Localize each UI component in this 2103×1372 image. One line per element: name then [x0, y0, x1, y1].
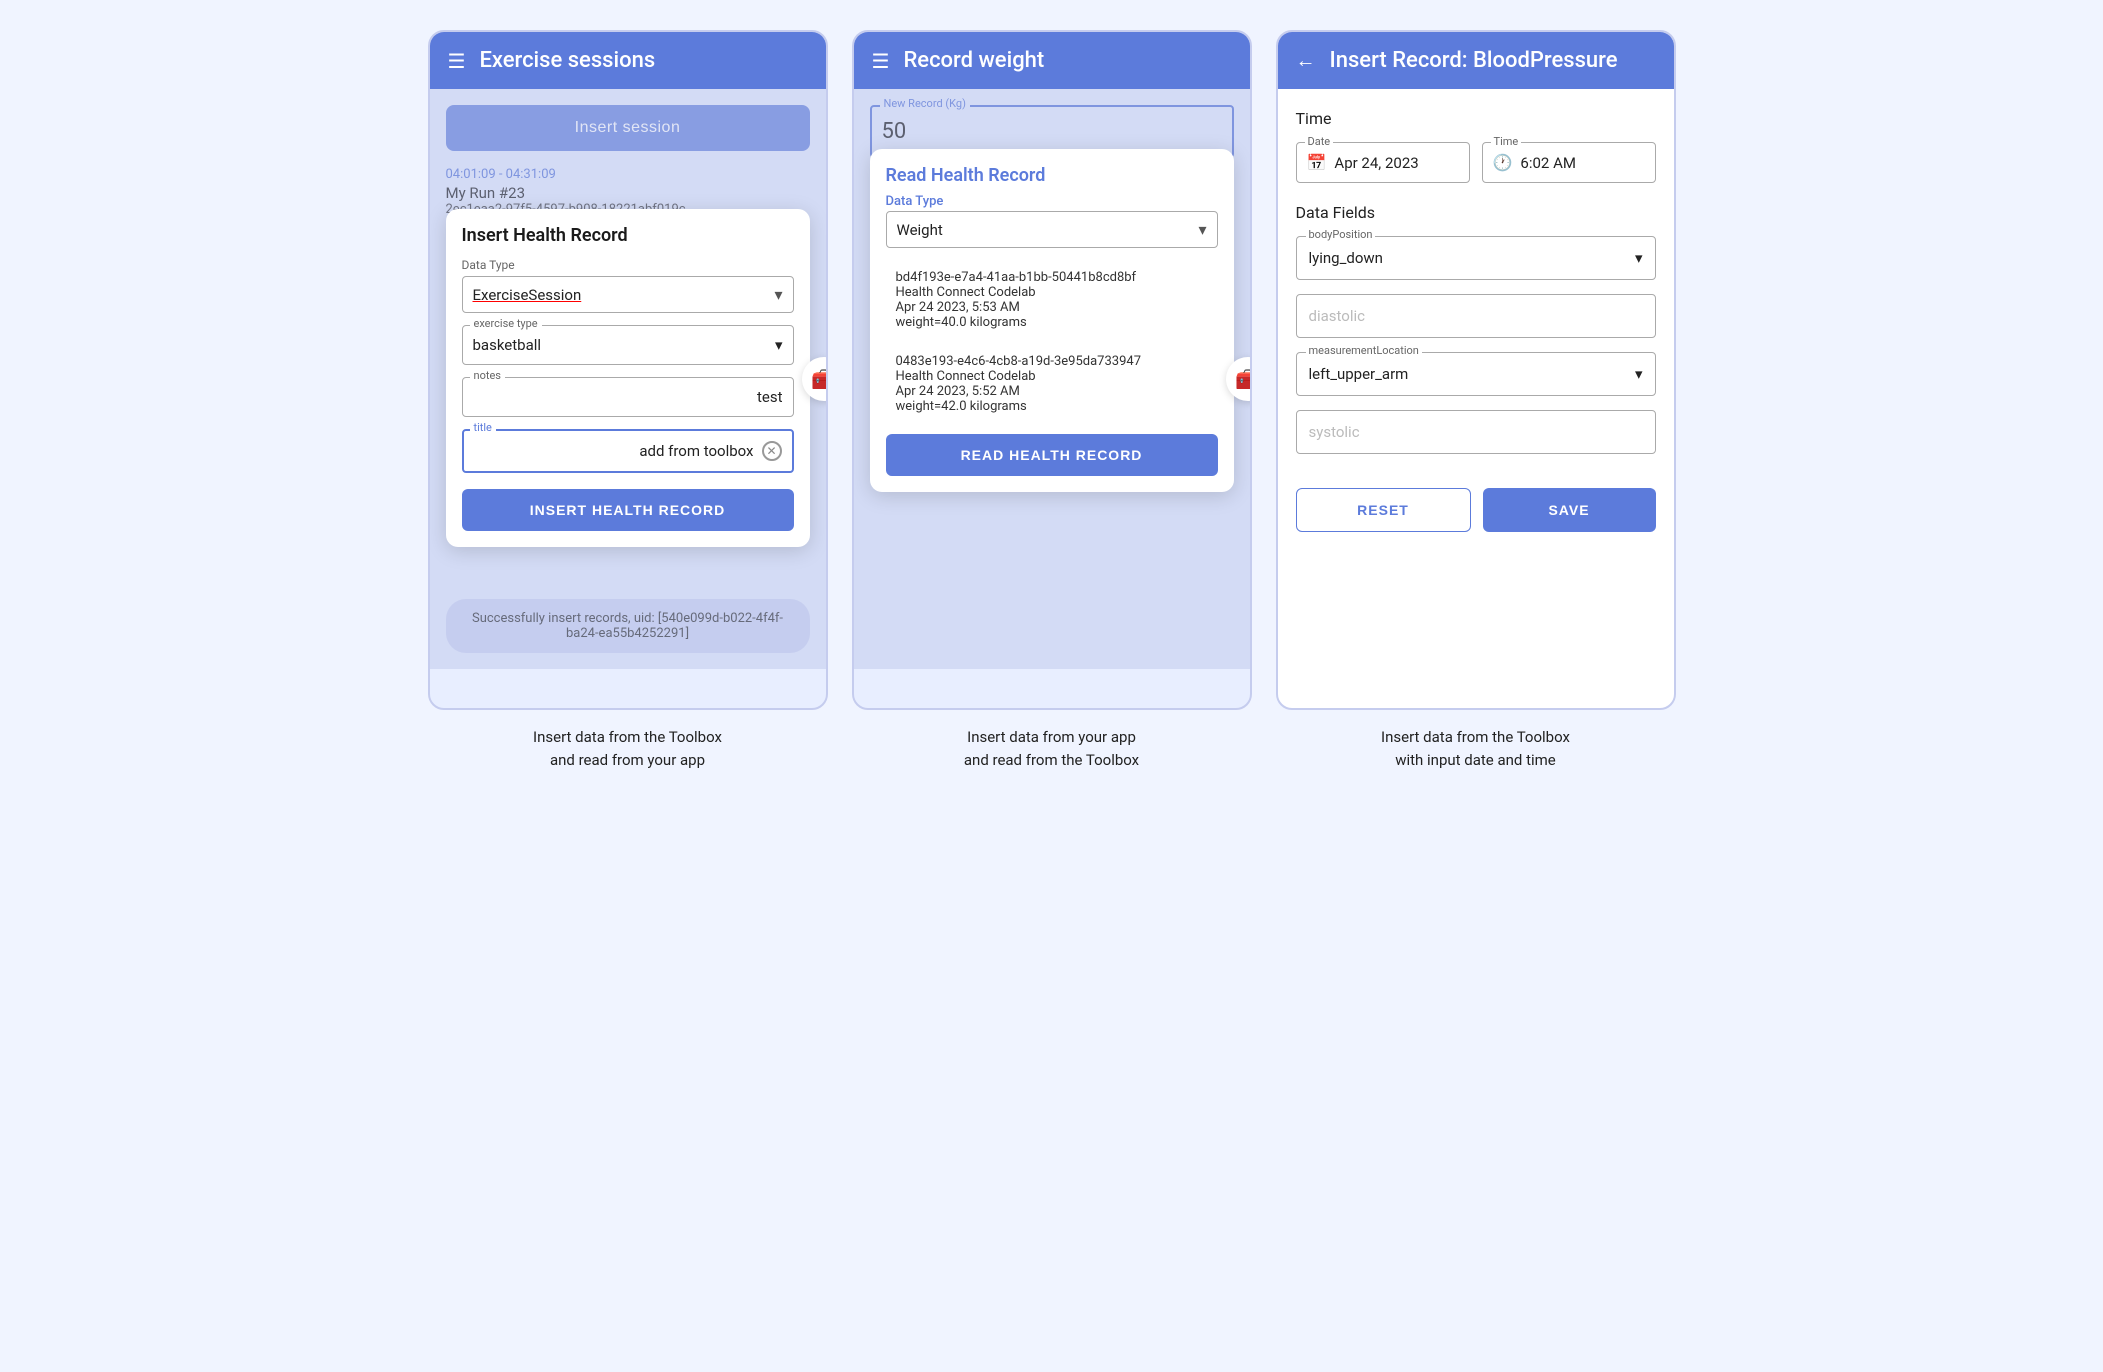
read-health-record-modal: Read Health Record Data Type Weight ▾ bd… [870, 149, 1234, 492]
caption-3: Insert data from the Toolboxwith input d… [1381, 726, 1570, 771]
measurement-location-value: left_upper_arm [1309, 365, 1409, 383]
measurement-location-arrow-icon: ▾ [1635, 365, 1643, 383]
save-button[interactable]: SAVE [1483, 488, 1656, 532]
title-value: add from toolbox [639, 442, 753, 460]
notes-value: test [757, 388, 783, 406]
bottom-buttons: RESET SAVE [1278, 488, 1674, 550]
modal-title: Insert Health Record [462, 225, 794, 246]
read-health-record-modal-overlay: Read Health Record Data Type Weight ▾ bd… [854, 89, 1250, 669]
screen2-header: ☰ Record weight [854, 32, 1250, 89]
measurement-location-label: measurementLocation [1306, 344, 1422, 357]
meas-value-2: weight=42.0 kilograms [896, 399, 1208, 414]
screen3-body: Time Date 📅 Apr 24, 2023 Time [1278, 89, 1674, 488]
screen1-title: Exercise sessions [479, 48, 655, 73]
title-label: title [470, 421, 496, 434]
insert-health-record-button[interactable]: INSERT HEALTH RECORD [462, 489, 794, 531]
measurement-item-1: bd4f193e-e7a4-41aa-b1bb-50441b8cd8bf Hea… [886, 262, 1218, 338]
diastolic-field[interactable]: diastolic [1296, 294, 1656, 338]
title-wrapper: title add from toolbox ✕ [462, 429, 794, 473]
screen2-title: Record weight [903, 48, 1044, 73]
meas-source-2: Health Connect Codelab [896, 369, 1208, 384]
notes-wrapper: notes test [462, 377, 794, 417]
clear-icon[interactable]: ✕ [762, 441, 782, 461]
screen2-body: New Record (Kg) 50 Add Previous Measurem… [854, 89, 1250, 669]
meas-value-1: weight=40.0 kilograms [896, 315, 1208, 330]
exercise-type-value: basketball [473, 336, 542, 354]
menu-icon[interactable]: ☰ [448, 49, 466, 73]
notes-label: notes [470, 369, 505, 382]
data-fields-label: Data Fields [1296, 203, 1656, 222]
screen1-body: Insert session 04:01:09 - 04:31:09 My Ru… [430, 89, 826, 669]
screen3-phone: ← Insert Record: BloodPressure Time Date… [1276, 30, 1676, 710]
rhr-dropdown-arrow-icon: ▾ [1198, 220, 1206, 239]
data-type-value: ExerciseSession [473, 286, 582, 304]
rhr-data-type-value: Weight [897, 221, 943, 239]
body-position-arrow-icon: ▾ [1635, 249, 1643, 267]
meas-id-2: 0483e193-e4c6-4cb8-a19d-3e95da733947 [896, 354, 1208, 369]
insert-health-record-modal-overlay: Insert Health Record Data Type ExerciseS… [430, 89, 826, 669]
time-value: 6:02 AM [1520, 154, 1576, 172]
meas-date-1: Apr 24 2023, 5:53 AM [896, 300, 1208, 315]
body-position-value: lying_down [1309, 249, 1383, 267]
measurement-location-field[interactable]: left_upper_arm ▾ [1296, 352, 1656, 396]
notes-field[interactable]: test [462, 377, 794, 417]
rhr-modal-title: Read Health Record [886, 165, 1218, 186]
screen1-wrapper: ☰ Exercise sessions Insert session 04:01… [428, 30, 828, 771]
time-section-label: Time [1296, 109, 1656, 128]
meas-date-2: Apr 24 2023, 5:52 AM [896, 384, 1208, 399]
meas-id-1: bd4f193e-e7a4-41aa-b1bb-50441b8cd8bf [896, 270, 1208, 285]
screen3-title: Insert Record: BloodPressure [1330, 48, 1618, 73]
menu-icon-2[interactable]: ☰ [872, 49, 890, 73]
exercise-type-arrow-icon: ▾ [775, 336, 783, 354]
date-label: Date [1305, 135, 1334, 148]
screen3-header: ← Insert Record: BloodPressure [1278, 32, 1674, 89]
measurement-location-wrapper: measurementLocation left_upper_arm ▾ [1296, 352, 1656, 396]
time-content: 🕐 6:02 AM [1493, 153, 1645, 172]
date-content: 📅 Apr 24, 2023 [1307, 153, 1459, 172]
caption-1: Insert data from the Toolboxand read fro… [533, 726, 722, 771]
rhr-data-type-label: Data Type [886, 194, 1218, 209]
toolbox-icon-1: 🧰 [811, 367, 827, 391]
reset-button[interactable]: RESET [1296, 488, 1471, 532]
time-label: Time [1491, 135, 1522, 148]
body-position-wrapper: bodyPosition lying_down ▾ [1296, 236, 1656, 280]
title-field[interactable]: add from toolbox ✕ [462, 429, 794, 473]
screen1-phone: ☰ Exercise sessions Insert session 04:01… [428, 30, 828, 710]
exercise-type-wrapper: exercise type basketball ▾ [462, 325, 794, 365]
calendar-icon: 📅 [1307, 153, 1327, 172]
systolic-field[interactable]: systolic [1296, 410, 1656, 454]
date-time-row: Date 📅 Apr 24, 2023 Time 🕐 6:02 AM [1296, 142, 1656, 183]
exercise-type-field[interactable]: basketball ▾ [462, 325, 794, 365]
caption-2: Insert data from your appand read from t… [964, 726, 1139, 771]
dropdown-arrow-icon: ▾ [774, 285, 782, 304]
systolic-placeholder: systolic [1309, 423, 1360, 441]
back-icon[interactable]: ← [1296, 48, 1316, 73]
exercise-type-label: exercise type [470, 317, 542, 330]
diastolic-placeholder: diastolic [1309, 307, 1365, 325]
screen3-wrapper: ← Insert Record: BloodPressure Time Date… [1276, 30, 1676, 771]
insert-health-record-modal: Insert Health Record Data Type ExerciseS… [446, 209, 810, 547]
screen1-header: ☰ Exercise sessions [430, 32, 826, 89]
read-health-record-button[interactable]: READ HEALTH RECORD [886, 434, 1218, 476]
date-value: Apr 24, 2023 [1334, 154, 1418, 172]
body-position-label: bodyPosition [1306, 228, 1376, 241]
rhr-data-type-select[interactable]: Weight ▾ [886, 211, 1218, 248]
toolbox-icon-2: 🧰 [1235, 367, 1251, 391]
measurement-item-2: 0483e193-e4c6-4cb8-a19d-3e95da733947 Hea… [886, 346, 1218, 422]
date-field[interactable]: Date 📅 Apr 24, 2023 [1296, 142, 1470, 183]
meas-source-1: Health Connect Codelab [896, 285, 1208, 300]
screen2-wrapper: ☰ Record weight New Record (Kg) 50 Add P… [852, 30, 1252, 771]
screen2-phone: ☰ Record weight New Record (Kg) 50 Add P… [852, 30, 1252, 710]
data-type-select[interactable]: ExerciseSession ▾ [462, 276, 794, 313]
body-position-field[interactable]: lying_down ▾ [1296, 236, 1656, 280]
clock-icon: 🕐 [1493, 153, 1513, 172]
data-type-label: Data Type [462, 258, 794, 272]
time-field[interactable]: Time 🕐 6:02 AM [1482, 142, 1656, 183]
